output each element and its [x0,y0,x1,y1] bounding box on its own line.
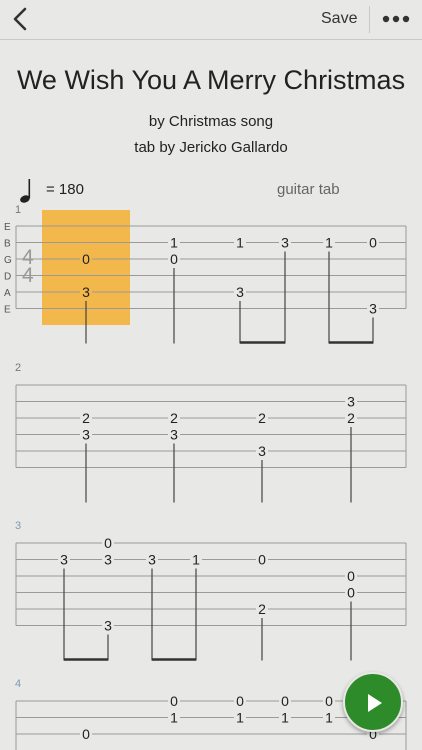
fret-number: 0 [82,251,90,267]
play-button[interactable] [343,672,403,732]
string-name-label: G [4,255,12,266]
fret-number: 0 [369,235,377,251]
string-name-label: A [4,288,11,299]
fret-number: 3 [281,235,289,251]
measure-number: 3 [15,520,21,532]
fret-number: 0 [104,535,112,551]
fret-number: 0 [170,251,178,267]
measure-number: 4 [15,678,21,690]
fret-number: 0 [170,693,178,709]
fret-number: 1 [236,710,244,726]
fret-number: 1 [325,710,333,726]
measure-number: 2 [15,362,21,374]
time-signature-digit: 4 [22,264,34,287]
fret-number: 1 [325,235,333,251]
fret-number: 3 [82,284,90,300]
measure-number: 1 [15,204,21,216]
fret-number: 3 [347,394,355,410]
fret-number: 3 [104,618,112,634]
string-name-label: D [4,272,11,283]
fret-number: 0 [258,552,266,568]
fret-number: 3 [104,552,112,568]
fret-number: 2 [347,410,355,426]
fret-number: 1 [281,710,289,726]
string-name-label: E [4,222,11,233]
fret-number: 0 [82,726,90,742]
fret-number: 3 [60,552,68,568]
fret-number: 3 [369,301,377,317]
string-name-label: B [4,239,11,250]
fret-number: 3 [170,427,178,443]
fret-number: 1 [170,710,178,726]
fret-number: 1 [170,235,178,251]
string-name-label: E [4,305,11,316]
fret-number: 2 [258,410,266,426]
tablature-staves: 1EBGDAE440310133 1 03223232332330333 1 02004… [4,204,407,750]
fret-number: 2 [170,410,178,426]
fret-number: 1 [192,552,200,568]
fret-number: 3 [82,427,90,443]
fret-number: 0 [325,693,333,709]
fret-number: 0 [347,585,355,601]
play-icon [368,694,382,712]
fret-number: 1 [236,235,244,251]
fret-number: 3 [148,552,156,568]
fret-number: 2 [82,410,90,426]
fret-number: 0 [347,568,355,584]
fret-number: 2 [258,601,266,617]
fret-number: 0 [281,693,289,709]
fret-number: 3 [236,284,244,300]
fret-number: 0 [236,693,244,709]
fret-number: 3 [258,443,266,459]
